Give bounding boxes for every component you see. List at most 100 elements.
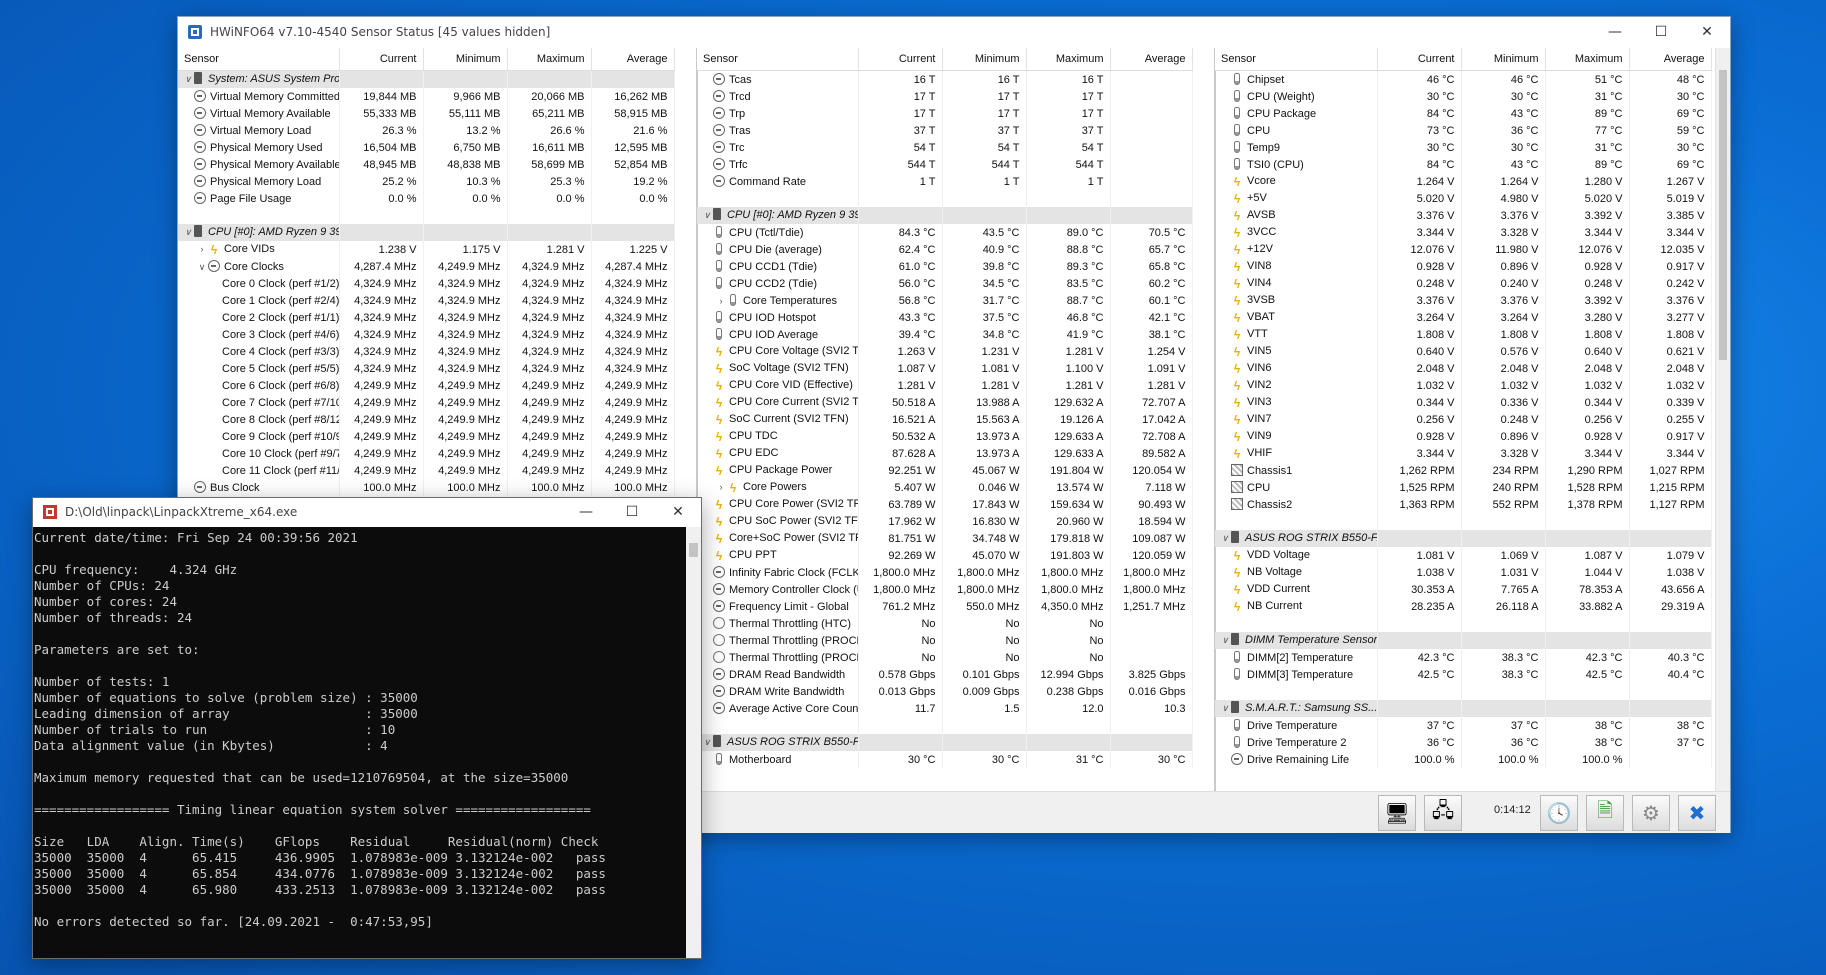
sensor-row[interactable]: CPU IOD Average 39.4 °C 34.8 °C 41.9 °C 38.1…: [697, 326, 1193, 343]
sensor-row[interactable]: Bus Clock 100.0 MHz 100.0 MHz 100.0 MHz 100.…: [178, 479, 675, 496]
sensor-row[interactable]: ∨ Core Clocks 4,287.4 MHz 4,249.9 MHz 4,324.…: [178, 258, 675, 275]
sensor-row[interactable]: Chassis1 1,262 RPM 234 RPM 1,290 RPM 1,027 R…: [1215, 462, 1712, 479]
sensor-row[interactable]: DRAM Write Bandwidth 0.013 Gbps 0.009 Gbps…: [697, 683, 1193, 700]
collapse-chevron-icon[interactable]: ∨: [196, 262, 208, 273]
collapse-chevron-icon[interactable]: ∨: [701, 734, 713, 751]
sensor-row[interactable]: Thermal Throttling (HTC) No No No: [697, 615, 1193, 632]
column-header-minimum[interactable]: Minimum: [423, 48, 508, 71]
sensor-pane-3[interactable]: Sensor Current Minimum Maximum Average Chipse…: [1215, 48, 1730, 791]
expand-chevron-icon[interactable]: ›: [715, 296, 727, 306]
collapse-chevron-icon[interactable]: ∨: [1219, 530, 1231, 547]
sensor-row[interactable]: ϟ 3VCC 3.344 V 3.328 V 3.344 V 3.344 V: [1215, 224, 1712, 241]
sensor-row[interactable]: ϟ Vcore 1.264 V 1.264 V 1.280 V 1.267 V: [1215, 173, 1712, 190]
sensor-row[interactable]: Core 5 Clock (perf #5/5) 4,324.9 MHz 4,324…: [178, 360, 675, 377]
hwinfo-titlebar[interactable]: HWiNFO64 v7.10-4540 Sensor Status [45 va…: [178, 17, 1730, 47]
sensor-row[interactable]: Frequency Limit - Global 761.2 MHz 550.0 M…: [697, 598, 1193, 615]
sensor-row[interactable]: CPU IOD Hotspot 43.3 °C 37.5 °C 46.8 °C 42.1…: [697, 309, 1193, 326]
sensor-row[interactable]: ϟ CPU SoC Power (SVI2 TFN) 17.962 W 16.830 …: [697, 513, 1193, 530]
sensor-summary-button[interactable]: 🖥: [1378, 795, 1416, 831]
sensor-row[interactable]: DIMM[3] Temperature 42.5 °C 38.3 °C 42.5 °C…: [1215, 666, 1712, 683]
sensor-row[interactable]: Core 1 Clock (perf #2/4) 4,324.9 MHz 4,324…: [178, 292, 675, 309]
sensor-row[interactable]: Core 3 Clock (perf #4/6) 4,324.9 MHz 4,324…: [178, 326, 675, 343]
sensor-row[interactable]: ϟ VIN5 0.640 V 0.576 V 0.640 V 0.621 V: [1215, 343, 1712, 360]
sensor-row[interactable]: Core 10 Clock (perf #9/7) 4,249.9 MHz 4,24…: [178, 445, 675, 462]
column-header-sensor[interactable]: Sensor: [178, 48, 340, 71]
sensor-row[interactable]: Core 4 Clock (perf #3/3) 4,324.9 MHz 4,324…: [178, 343, 675, 360]
sensor-row[interactable]: ϟ SoC Current (SVI2 TFN) 16.521 A 15.563 A1…: [697, 411, 1193, 428]
collapse-chevron-icon[interactable]: ∨: [1219, 700, 1231, 717]
sensor-row[interactable]: ϟ Core+SoC Power (SVI2 TFN)81.751 W34.748…: [697, 530, 1193, 547]
sensor-group-row[interactable]: ∨ CPU [#0]: AMD Ryzen 9 3900: [178, 224, 675, 241]
sensor-row[interactable]: Virtual Memory Available 55,333 MB 55,111 …: [178, 105, 675, 122]
sensor-row[interactable]: ϟ CPU Core VID (Effective) 1.281 V 1.281 V1…: [697, 377, 1193, 394]
sensor-row[interactable]: Drive Temperature 37 °C 37 °C 38 °C 38 °C: [1215, 717, 1712, 734]
sensor-row[interactable]: › Core Temperatures 56.8 °C 31.7 °C 88.7 °C 6…: [697, 292, 1193, 309]
sensor-row[interactable]: Command Rate 1 T1 T1 T: [697, 173, 1193, 190]
column-header-current[interactable]: Current: [339, 48, 424, 71]
sensor-row[interactable]: ϟ 3VSB 3.376 V 3.376 V 3.392 V 3.376 V: [1215, 292, 1712, 309]
sensor-row[interactable]: Chassis2 1,363 RPM 552 RPM 1,378 RPM 1,127 R…: [1215, 496, 1712, 513]
sensor-row[interactable]: ϟ VIN7 0.256 V 0.248 V 0.256 V 0.255 V: [1215, 411, 1712, 428]
maximize-icon[interactable]: ☐: [609, 497, 655, 527]
console-output[interactable]: Current date/time: Fri Sep 24 00:39:56 2…: [33, 527, 686, 958]
sensor-row[interactable]: CPU (Tctl/Tdie) 84.3 °C 43.5 °C 89.0 °C 70.5…: [697, 224, 1193, 241]
settings-button[interactable]: ⚙: [1632, 795, 1670, 831]
sensor-row[interactable]: Drive Temperature 2 36 °C 36 °C 38 °C 37 °C: [1215, 734, 1712, 751]
sensor-row[interactable]: › ϟ Core Powers 5.407 W 0.046 W 13.574 W 7.118…: [697, 479, 1193, 496]
close-icon[interactable]: ✕: [655, 497, 701, 527]
minimize-icon[interactable]: —: [563, 497, 609, 527]
sensor-row[interactable]: ϟ VIN3 0.344 V 0.336 V 0.344 V 0.339 V: [1215, 394, 1712, 411]
sensor-row[interactable]: ϟ NB Current 28.235 A 26.118 A 33.882 A 29.31…: [1215, 598, 1712, 615]
sensor-row[interactable]: CPU CCD1 (Tdie) 61.0 °C 39.8 °C 89.3 °C 65.8…: [697, 258, 1193, 275]
minimize-icon[interactable]: —: [1592, 17, 1638, 47]
sensor-row[interactable]: Core 9 Clock (perf #10/9) 4,249.9 MHz 4,24…: [178, 428, 675, 445]
sensor-row[interactable]: Temp9 30 °C 30 °C 31 °C 30 °C: [1215, 139, 1712, 156]
sensor-row[interactable]: CPU (Weight) 30 °C 30 °C 31 °C 30 °C: [1215, 88, 1712, 105]
sensor-row[interactable]: ϟ VIN4 0.248 V 0.240 V 0.248 V 0.242 V: [1215, 275, 1712, 292]
sensor-row[interactable]: ϟ CPU PPT 92.269 W 45.070 W 191.803 W 120.059…: [697, 547, 1193, 564]
sensor-row[interactable]: CPU Die (average) 62.4 °C 40.9 °C 88.8 °C 65…: [697, 241, 1193, 258]
sensor-row[interactable]: ϟ CPU Core Current (SVI2 TFN)50.518 A13.9…: [697, 394, 1193, 411]
sensor-row[interactable]: Core 7 Clock (perf #7/10) 4,249.9 MHz 4,24…: [178, 394, 675, 411]
sensor-row[interactable]: › ϟ Core VIDs 1.238 V 1.175 V 1.281 V 1.225 V: [178, 241, 675, 258]
sensor-pane-2[interactable]: Sensor Current Minimum Maximum Average Tcas 16…: [697, 48, 1216, 791]
sensor-row[interactable]: Virtual Memory Committed 19,844 MB 9,966 M…: [178, 88, 675, 105]
sensor-row[interactable]: Thermal Throttling (PROCHO...NoNoNo: [697, 649, 1193, 666]
sensor-row[interactable]: ϟ VIN6 2.048 V 2.048 V 2.048 V 2.048 V: [1215, 360, 1712, 377]
sensor-row[interactable]: Core 0 Clock (perf #1/2) 4,324.9 MHz 4,324…: [178, 275, 675, 292]
sensor-row[interactable]: Thermal Throttling (PROCHO...NoNoNo: [697, 632, 1193, 649]
sensor-row[interactable]: Chipset 46 °C 46 °C 51 °C 48 °C: [1215, 70, 1712, 88]
vertical-scrollbar[interactable]: [1715, 48, 1730, 791]
sensor-row[interactable]: ϟ CPU Core Power (SVI2 TFN) 63.789 W 17.843…: [697, 496, 1193, 513]
sensor-row[interactable]: CPU 1,525 RPM 240 RPM 1,528 RPM 1,215 RPM: [1215, 479, 1712, 496]
sensor-row[interactable]: ϟ +5V 5.020 V 4.980 V 5.020 V 5.019 V: [1215, 190, 1712, 207]
sensor-row[interactable]: ϟ VBAT 3.264 V 3.264 V 3.280 V 3.277 V: [1215, 309, 1712, 326]
sensor-row[interactable]: Tcas 16 T 16 T 16 T: [697, 70, 1193, 88]
column-header-current[interactable]: Current: [858, 48, 943, 71]
sensor-row[interactable]: Trfc 544 T 544 T 544 T: [697, 156, 1193, 173]
sensor-row[interactable]: Drive Remaining Life 100.0 % 100.0 % 100.0 …: [1215, 751, 1712, 768]
sensor-row[interactable]: Trp 17 T 17 T 17 T: [697, 105, 1193, 122]
sensor-row[interactable]: Infinity Fabric Clock (FCLK) 1,800.0 MHz 1…: [697, 564, 1193, 581]
logging-button[interactable]: 🗎: [1586, 795, 1624, 831]
sensor-row[interactable]: Core 8 Clock (perf #8/12) 4,249.9 MHz 4,24…: [178, 411, 675, 428]
column-header-average[interactable]: Average: [1110, 48, 1193, 71]
sensor-row[interactable]: CPU Package 84 °C 43 °C 89 °C 69 °C: [1215, 105, 1712, 122]
sensor-row[interactable]: Virtual Memory Load 26.3 % 13.2 % 26.6 % 21.…: [178, 122, 675, 139]
sensor-row[interactable]: Motherboard 30 °C 30 °C 31 °C 30 °C: [697, 751, 1193, 768]
sensor-row[interactable]: Trc 54 T 54 T 54 T: [697, 139, 1193, 156]
collapse-chevron-icon[interactable]: ∨: [1219, 632, 1231, 649]
maximize-icon[interactable]: ☐: [1638, 17, 1684, 47]
column-header-minimum[interactable]: Minimum: [942, 48, 1027, 71]
column-header-average[interactable]: Average: [1629, 48, 1712, 71]
sensor-row[interactable]: Page File Usage 0.0 % 0.0 % 0.0 % 0.0 %: [178, 190, 675, 207]
sensor-row[interactable]: CPU CCD2 (Tdie) 56.0 °C 34.5 °C 83.5 °C 60.2…: [697, 275, 1193, 292]
column-header-maximum[interactable]: Maximum: [1026, 48, 1111, 71]
sensor-row[interactable]: ϟ AVSB 3.376 V 3.376 V 3.392 V 3.385 V: [1215, 207, 1712, 224]
console-scrollbar[interactable]: [686, 527, 701, 958]
sensor-row[interactable]: Core 11 Clock (perf #11/... 4,249.9 MHz 4,…: [178, 462, 675, 479]
console-titlebar[interactable]: D:\Old\linpack\LinpackXtreme_x64.exe — ☐…: [33, 498, 701, 526]
sensor-row[interactable]: Trcd 17 T 17 T 17 T: [697, 88, 1193, 105]
column-header-sensor[interactable]: Sensor: [1215, 48, 1378, 71]
sensor-row[interactable]: Tras 37 T 37 T 37 T: [697, 122, 1193, 139]
